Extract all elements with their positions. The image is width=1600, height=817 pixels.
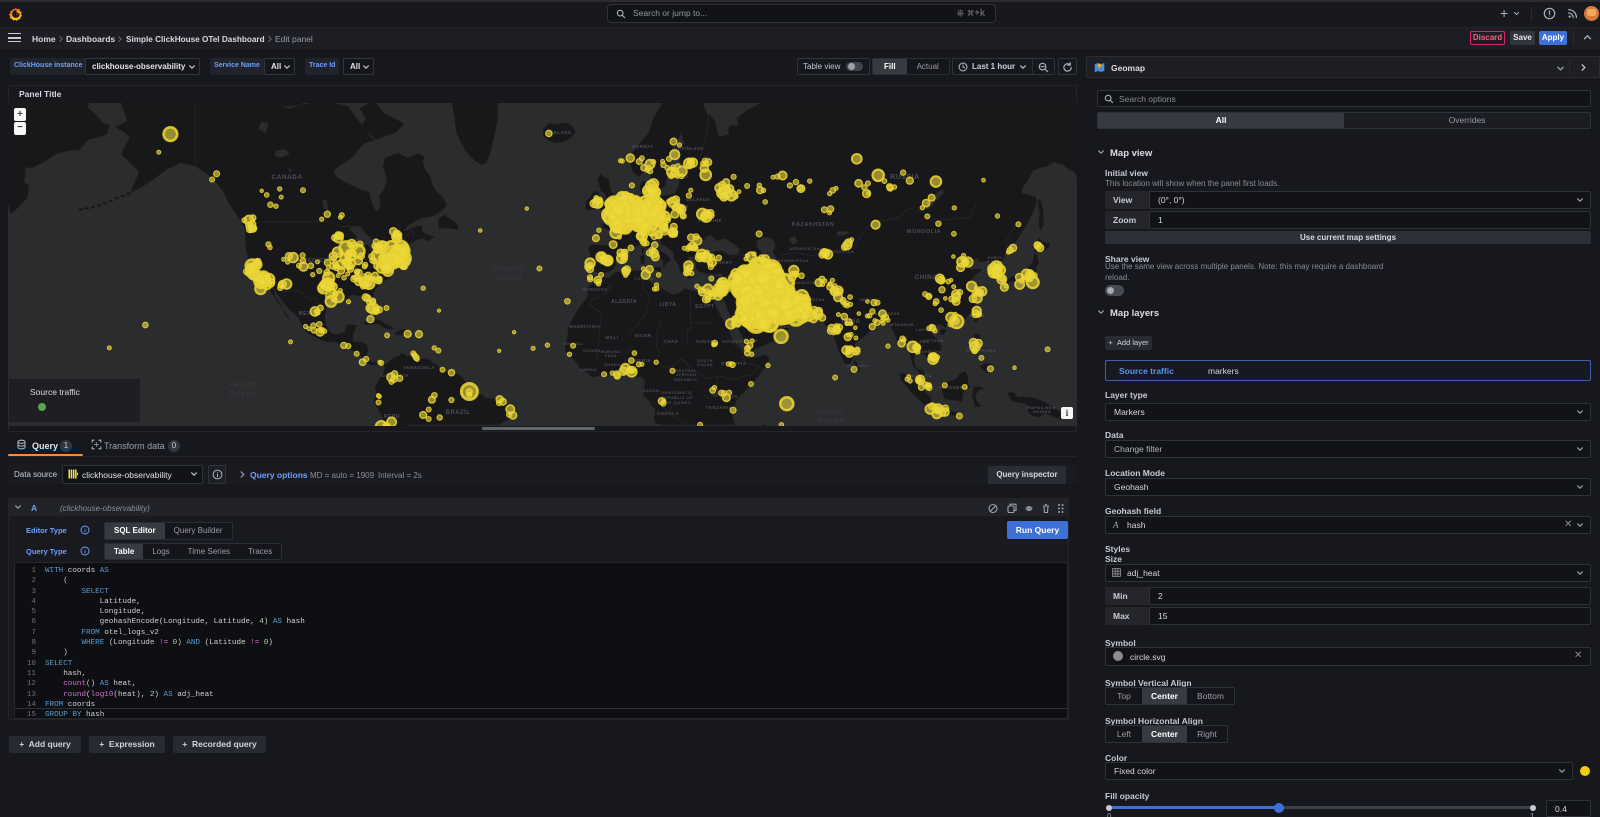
svg-text:VIETNAM: VIETNAM — [923, 339, 944, 343]
svg-text:LIBERIA: LIBERIA — [579, 368, 597, 372]
svg-text:Ocean: Ocean — [495, 273, 522, 282]
svg-text:Atlantic: Atlantic — [492, 264, 526, 273]
svg-text:KAZAKHSTAN: KAZAKHSTAN — [792, 222, 835, 228]
svg-text:Pacific: Pacific — [228, 380, 257, 389]
svg-text:GABON: GABON — [643, 389, 660, 393]
svg-text:ERITREA: ERITREA — [722, 340, 741, 344]
svg-text:CHINA: CHINA — [914, 274, 937, 281]
svg-text:SUDAN: SUDAN — [697, 363, 713, 367]
svg-text:TANZANIA: TANZANIA — [706, 405, 733, 410]
svg-text:NIGER: NIGER — [635, 333, 652, 338]
svg-text:CANADA: CANADA — [271, 174, 302, 181]
svg-text:LIBYA: LIBYA — [659, 302, 676, 308]
svg-text:FASO: FASO — [605, 354, 617, 358]
svg-text:MYANMAR: MYANMAR — [890, 322, 914, 327]
svg-text:UZBEKISTAN: UZBEKISTAN — [790, 246, 820, 251]
svg-text:REPUBLIC: REPUBLIC — [674, 378, 697, 382]
svg-text:MALI: MALI — [606, 335, 619, 340]
svg-text:MOROCCO: MOROCCO — [582, 287, 608, 292]
svg-text:CHAD: CHAD — [664, 339, 679, 344]
svg-text:NORWAY: NORWAY — [632, 144, 653, 149]
svg-text:Ocean: Ocean — [817, 416, 844, 425]
svg-text:ALGERIA: ALGERIA — [611, 299, 637, 305]
svg-text:ANGOLA: ANGOLA — [657, 411, 680, 416]
svg-text:SRI LANKA: SRI LANKA — [846, 364, 869, 368]
svg-text:AFRICAN: AFRICAN — [676, 373, 697, 377]
svg-text:GHANA: GHANA — [604, 363, 620, 367]
svg-text:VENEZUELA: VENEZUELA — [403, 365, 435, 370]
svg-text:EGYPT: EGYPT — [695, 304, 714, 310]
svg-text:MONGOLIA: MONGOLIA — [907, 229, 941, 235]
svg-text:Ocean: Ocean — [229, 389, 256, 398]
svg-text:GUINEA: GUINEA — [1033, 409, 1052, 414]
svg-text:Indian: Indian — [818, 407, 844, 416]
svg-text:GUINEA: GUINEA — [583, 349, 601, 353]
svg-text:FINLAND: FINLAND — [682, 146, 704, 151]
svg-text:MAURITANIA: MAURITANIA — [569, 324, 600, 329]
svg-text:THE CONGO: THE CONGO — [663, 400, 692, 405]
svg-text:LAOS: LAOS — [916, 328, 928, 332]
svg-text:BRAZIL: BRAZIL — [446, 410, 471, 416]
